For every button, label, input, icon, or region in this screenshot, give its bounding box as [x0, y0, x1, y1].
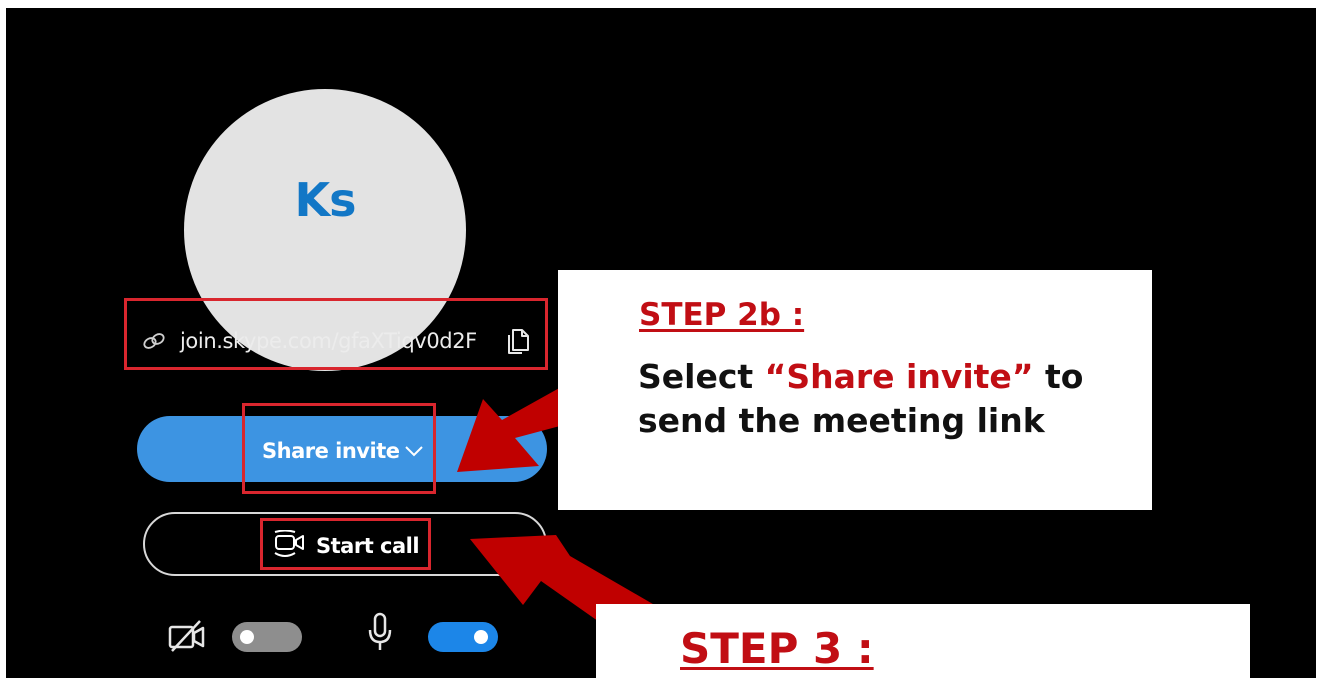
- camera-off-icon: [168, 620, 205, 652]
- step-2b-instructions: Select “Share invite” to send the meetin…: [638, 355, 1098, 443]
- camera-toggle[interactable]: [232, 622, 302, 652]
- step-2b-text-before: Select: [638, 357, 765, 396]
- microphone-toggle-knob: [474, 630, 488, 644]
- step-3-title: STEP 3 :: [680, 624, 874, 673]
- camera-toggle-knob: [240, 630, 254, 644]
- microphone-icon: [368, 612, 392, 650]
- step-3-callout: STEP 3 :: [596, 604, 1250, 686]
- microphone-toggle[interactable]: [428, 622, 498, 652]
- step-2b-callout: STEP 2b : Select “Share invite” to send …: [558, 270, 1152, 510]
- step-2b-highlight: “Share invite”: [764, 357, 1034, 396]
- step-2b-title: STEP 2b :: [639, 297, 805, 333]
- copy-icon[interactable]: [506, 327, 530, 355]
- meeting-link-text[interactable]: join.skype.com/gfaXTiqv0d2F: [180, 329, 477, 353]
- start-call-highlight: [260, 518, 431, 570]
- link-icon: [143, 333, 165, 349]
- avatar-initials: Ks: [294, 173, 356, 227]
- share-invite-highlight: [242, 403, 436, 494]
